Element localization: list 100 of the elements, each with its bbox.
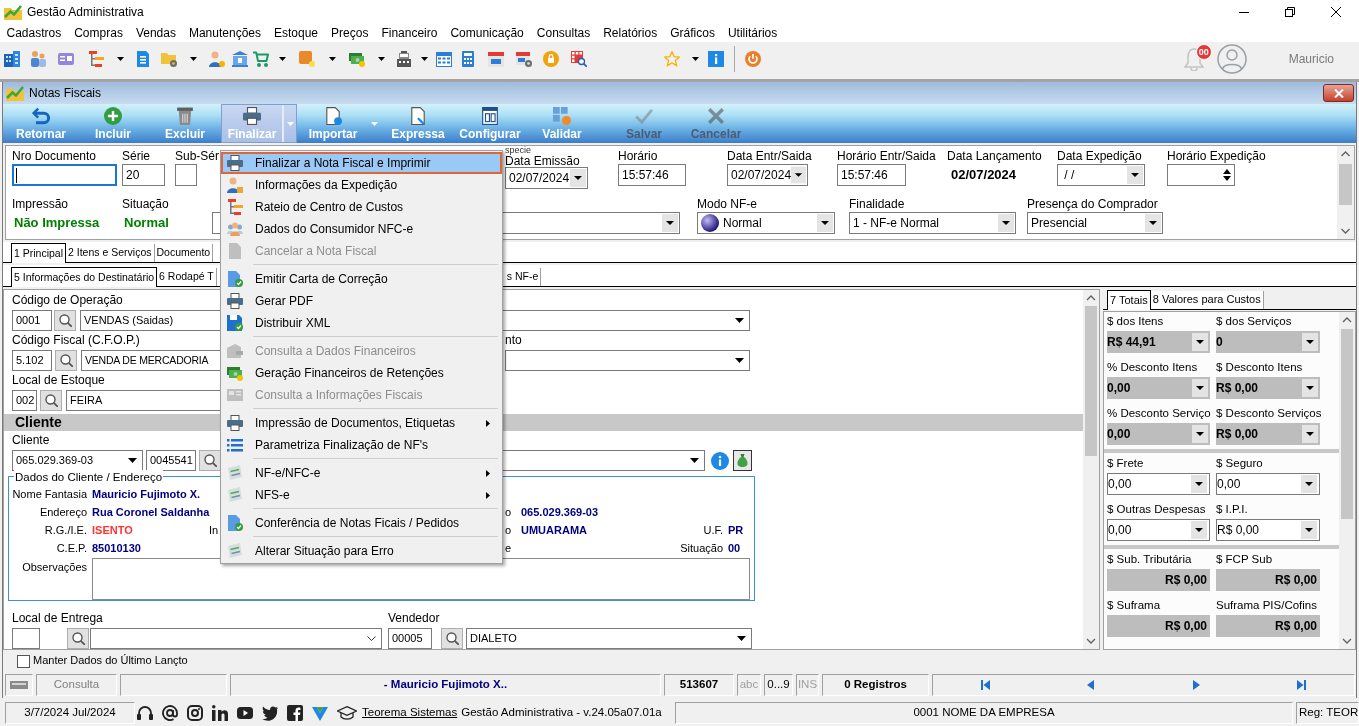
document-dropdown[interactable]: 065.029.369-03: [12, 450, 143, 471]
amount-field[interactable]: 0,00: [1107, 519, 1210, 541]
first-icon[interactable]: [981, 680, 991, 690]
menu-item[interactable]: Alterar Situação para Erro: [221, 540, 502, 562]
tab[interactable]: Documento: [154, 244, 214, 262]
tab[interactable]: 6 Rodapé T: [157, 268, 217, 286]
next-icon[interactable]: [1192, 680, 1200, 690]
seller-dropdown[interactable]: DIALETO: [466, 628, 752, 649]
person-coin-icon[interactable]: [208, 51, 225, 67]
amount-dropdown[interactable]: 0,00: [1107, 377, 1210, 399]
code-field[interactable]: 0045541: [146, 450, 196, 471]
amount-field[interactable]: 0,00: [1107, 473, 1210, 495]
menu-item[interactable]: Preços: [324, 24, 375, 42]
dropdown[interactable]: 1 - NF-e Normal: [849, 212, 1016, 234]
vertical-scrollbar[interactable]: [1083, 290, 1099, 649]
menu-item[interactable]: Gerar PDF: [221, 290, 502, 312]
linkedin-icon[interactable]: [212, 704, 228, 721]
id-card-icon[interactable]: [58, 51, 74, 67]
checkbox[interactable]: [17, 654, 30, 668]
text-field[interactable]: 15:57:46: [837, 164, 906, 186]
menu-item[interactable]: Financeiro: [374, 24, 444, 42]
caret-icon[interactable]: [190, 57, 197, 61]
menu-item[interactable]: Estoque: [267, 24, 325, 42]
code-field[interactable]: 002: [12, 390, 37, 411]
date-dropdown[interactable]: / /: [1057, 164, 1145, 186]
info-icon[interactable]: [708, 51, 724, 67]
people-icon[interactable]: [29, 51, 46, 67]
calculator-icon[interactable]: [460, 51, 476, 67]
power-icon[interactable]: [745, 51, 761, 67]
mode-dropdown[interactable]: Normal: [697, 212, 835, 234]
menu-item[interactable]: Manutenções: [182, 24, 268, 42]
tab[interactable]: 1 Principal: [11, 243, 67, 263]
amount-dropdown[interactable]: 0,00: [1107, 423, 1210, 445]
logo-icon[interactable]: [312, 704, 328, 721]
twitter-icon[interactable]: [262, 704, 278, 721]
menu-item[interactable]: Impressão de Documentos, Etiquetas: [221, 412, 502, 434]
instagram-icon[interactable]: [187, 704, 203, 721]
at-sign-icon[interactable]: [162, 704, 178, 721]
cash-register-icon[interactable]: [396, 51, 412, 67]
menu-item[interactable]: Informações da Expedição: [221, 174, 502, 196]
menu-item[interactable]: Cadastros: [0, 24, 68, 42]
caret-icon[interactable]: [691, 57, 699, 61]
star-icon[interactable]: [663, 51, 680, 67]
menu-item[interactable]: Dados do Consumidor NFC-e: [221, 218, 502, 240]
search-button[interactable]: [40, 390, 62, 411]
notes-field[interactable]: [92, 558, 750, 600]
amount-dropdown[interactable]: 0: [1216, 331, 1320, 353]
code-field[interactable]: 0001: [12, 310, 52, 331]
time-spinner[interactable]: [1167, 164, 1235, 186]
graduation-cap-icon[interactable]: [337, 705, 357, 720]
previous-icon[interactable]: [1087, 680, 1095, 690]
note-icon[interactable]: [299, 51, 315, 67]
avatar-icon[interactable]: [1216, 44, 1247, 74]
youtube-icon[interactable]: [237, 704, 253, 721]
amount-dropdown[interactable]: R$ 0,00: [1216, 423, 1320, 445]
info-icon[interactable]: [711, 451, 729, 470]
text-field[interactable]: [12, 164, 117, 186]
menu-item[interactable]: Parametriza Finalização de NF's: [221, 434, 502, 456]
menu-item[interactable]: Consultas: [530, 24, 597, 42]
menu-item[interactable]: Utilitários: [721, 24, 784, 42]
menu-item[interactable]: Rateio de Centro de Custos: [221, 196, 502, 218]
calendar-icon[interactable]: [488, 51, 504, 67]
code-field[interactable]: 5.102: [12, 350, 52, 371]
folder-gear-icon[interactable]: [160, 51, 177, 67]
website-link[interactable]: Teorema Sistemas: [362, 705, 458, 720]
headset-icon[interactable]: [137, 704, 153, 721]
caret-icon[interactable]: [377, 57, 385, 61]
tab[interactable]: 8 Valores para Custos: [1150, 291, 1264, 309]
tab[interactable]: 2 Itens e Serviços: [66, 244, 155, 262]
text-field[interactable]: [175, 164, 197, 186]
tab[interactable]: 7 Totais: [1107, 290, 1151, 310]
date-dropdown[interactable]: 02/07/2024: [505, 167, 588, 189]
menu-item[interactable]: Emitir Carta de Correção: [221, 268, 502, 290]
code-field[interactable]: 00005: [388, 628, 432, 649]
text-field[interactable]: 20: [122, 164, 165, 186]
calendar-gear-icon[interactable]: [515, 51, 532, 67]
grid-search-icon[interactable]: [571, 51, 587, 67]
menu-item[interactable]: Gráficos: [663, 24, 722, 42]
menu-item[interactable]: Distribuir XML: [221, 312, 502, 334]
document-icon[interactable]: [135, 51, 151, 67]
code-field[interactable]: [12, 628, 40, 649]
amount-field[interactable]: R$ 0,00: [1216, 519, 1320, 541]
search-button[interactable]: [67, 628, 89, 649]
last-icon[interactable]: [1296, 680, 1306, 690]
amount-dropdown[interactable]: R$ 0,00: [1216, 377, 1320, 399]
text-field[interactable]: 15:57:46: [618, 164, 686, 186]
vertical-scrollbar[interactable]: [1339, 312, 1355, 649]
buildings-icon[interactable]: [4, 51, 20, 67]
search-button[interactable]: [441, 628, 463, 649]
caret-icon[interactable]: [329, 57, 336, 61]
tab[interactable]: 5 Informações do Destinatário: [11, 267, 158, 287]
amount-dropdown[interactable]: R$ 44,91: [1107, 331, 1210, 353]
menu-item[interactable]: NFS-e: [221, 484, 502, 506]
search-button[interactable]: [55, 350, 77, 371]
menu-item[interactable]: Finalizar a Nota Fiscal e Imprimir: [221, 152, 502, 174]
menu-item[interactable]: Conferência de Notas Ficais / Pedidos: [221, 512, 502, 534]
bar-icon[interactable]: [10, 681, 28, 689]
dropdown[interactable]: [505, 350, 750, 371]
money-bag-button[interactable]: [733, 450, 752, 471]
menu-item[interactable]: Relatórios: [596, 24, 664, 42]
